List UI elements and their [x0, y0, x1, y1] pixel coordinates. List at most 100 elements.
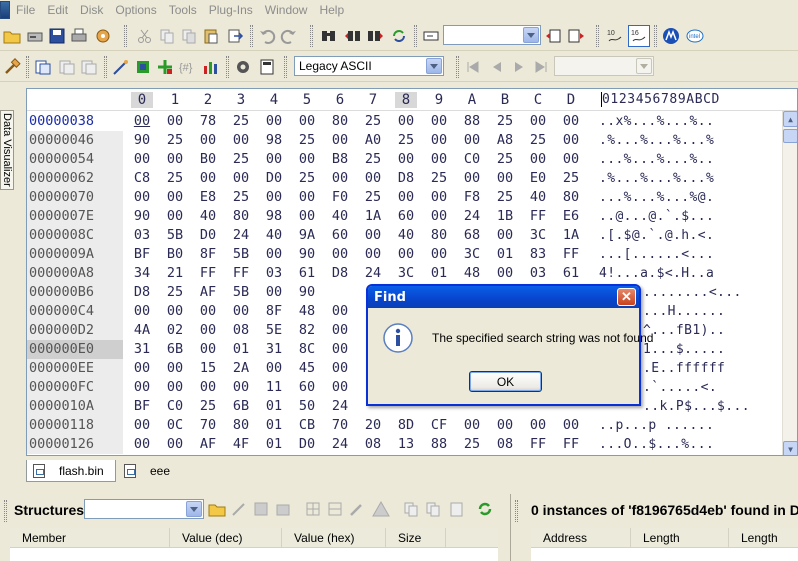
hex-byte[interactable]: 70 [197, 416, 219, 435]
hex-byte[interactable]: 5B [230, 245, 252, 264]
hex-byte[interactable]: A8 [494, 131, 516, 150]
folder-structure-icon[interactable] [272, 498, 294, 520]
hex-byte[interactable]: 01 [428, 264, 450, 283]
menu-plugins[interactable]: Plug-Ins [203, 0, 259, 20]
hex-byte[interactable]: E8 [197, 188, 219, 207]
hex-byte[interactable]: 25 [164, 169, 186, 188]
hex-byte[interactable]: 40 [329, 207, 351, 226]
hex-byte[interactable]: 00 [560, 416, 582, 435]
hex-byte[interactable]: D8 [395, 169, 417, 188]
hex-byte[interactable]: 25 [461, 435, 483, 454]
hex-row[interactable]: 00000126 00 00 AF 4F 01 D0 24 08 13 88 25 08 FF FF ...O… [27, 435, 787, 454]
hex-byte[interactable]: 00 [164, 435, 186, 454]
hex-byte[interactable]: 8F [263, 302, 285, 321]
hex-byte[interactable]: 08 [362, 435, 384, 454]
hex-byte[interactable]: 01 [263, 397, 285, 416]
hex-byte[interactable]: 00 [494, 226, 516, 245]
hex-byte[interactable]: 13 [395, 435, 417, 454]
hex-byte[interactable]: FF [197, 264, 219, 283]
hex-byte[interactable]: 25 [296, 131, 318, 150]
ascii-text[interactable]: ...O..$...%... [599, 435, 714, 454]
hex-byte[interactable]: E6 [560, 207, 582, 226]
nav-combo[interactable] [554, 56, 654, 76]
hex-byte[interactable]: D0 [296, 435, 318, 454]
hex-byte[interactable]: 20 [362, 416, 384, 435]
warning-icon[interactable] [370, 498, 392, 520]
close-icon[interactable]: ✕ [617, 288, 636, 306]
hex-byte[interactable]: 1A [560, 226, 582, 245]
hex-byte[interactable]: 24 [329, 435, 351, 454]
hex-byte[interactable]: 00 [164, 359, 186, 378]
hex-byte[interactable]: 25 [395, 131, 417, 150]
hex-byte[interactable]: 60 [329, 226, 351, 245]
open-structure-icon[interactable] [206, 498, 228, 520]
structures-combo[interactable] [84, 499, 204, 519]
hex-byte[interactable]: 1A [362, 207, 384, 226]
hex-byte[interactable]: FF [527, 207, 549, 226]
hex-byte[interactable]: 5B [164, 226, 186, 245]
hex-byte[interactable]: 00 [296, 207, 318, 226]
ascii-text[interactable]: .[.$@.`.@.h.<. [599, 226, 714, 245]
hex-byte[interactable]: BF [131, 245, 153, 264]
hex-byte[interactable]: 5E [263, 321, 285, 340]
hex-byte[interactable]: 00 [428, 207, 450, 226]
hex-byte[interactable]: 00 [395, 188, 417, 207]
menu-edit[interactable]: Edit [41, 0, 74, 20]
hex-byte[interactable]: B8 [329, 150, 351, 169]
hex-byte[interactable]: AF [197, 283, 219, 302]
hex-byte[interactable]: 24 [461, 207, 483, 226]
hex-byte[interactable]: E0 [527, 169, 549, 188]
hex-byte[interactable]: 60 [395, 207, 417, 226]
data-view-10-icon[interactable]: 10 [604, 25, 626, 47]
hex-byte[interactable]: FF [230, 264, 252, 283]
hex-byte[interactable]: 21 [164, 264, 186, 283]
hex-byte[interactable]: 88 [461, 112, 483, 131]
menu-window[interactable]: Window [259, 0, 314, 20]
hex-byte[interactable]: 11 [263, 378, 285, 397]
hex-byte[interactable]: 01 [263, 416, 285, 435]
hex-byte[interactable]: 82 [296, 321, 318, 340]
hex-byte[interactable]: 00 [296, 188, 318, 207]
hex-byte[interactable]: 40 [395, 226, 417, 245]
hex-byte[interactable]: 5B [230, 283, 252, 302]
properties-icon[interactable] [92, 25, 114, 47]
find-icon[interactable] [318, 25, 340, 47]
scroll-thumb[interactable] [783, 129, 797, 143]
hex-row[interactable]: 00000118 00 0C 70 80 01 CB 70 20 8D CF 00 00 00 00 ..p.… [27, 416, 787, 435]
dialog-titlebar[interactable]: Find [368, 286, 639, 308]
ascii-text[interactable]: ..x%...%...%.. [599, 112, 714, 131]
tile-window-icon[interactable] [56, 56, 78, 78]
analyze-icon[interactable] [110, 56, 132, 78]
hex-byte[interactable]: 4F [230, 435, 252, 454]
hex-byte[interactable]: 02 [164, 321, 186, 340]
hex-byte[interactable]: 80 [428, 226, 450, 245]
hex-byte[interactable]: C8 [131, 169, 153, 188]
hex-byte[interactable]: 00 [461, 416, 483, 435]
hex-byte[interactable]: AF [197, 435, 219, 454]
hex-byte[interactable]: 1B [494, 207, 516, 226]
hex-byte[interactable]: 00 [527, 112, 549, 131]
hex-byte[interactable]: 00 [131, 112, 153, 131]
hex-byte[interactable]: 25 [164, 283, 186, 302]
hex-byte[interactable]: 61 [560, 264, 582, 283]
paste-struct-icon[interactable] [446, 498, 468, 520]
column-value-dec[interactable]: Value (dec) [170, 528, 282, 548]
hex-byte[interactable]: 00 [230, 378, 252, 397]
ascii-text[interactable]: .%...%...%...% [599, 131, 714, 150]
hex-byte[interactable]: 00 [131, 359, 153, 378]
hex-byte[interactable]: 00 [164, 188, 186, 207]
hex-byte[interactable]: 25 [230, 150, 252, 169]
hex-byte[interactable]: 24 [362, 264, 384, 283]
hex-byte[interactable]: 00 [263, 112, 285, 131]
hex-byte[interactable]: FF [527, 435, 549, 454]
hex-row[interactable]: 00000062 C8 25 00 00 D0 25 00 00 D8 25 00 00 E0 25.%..… [27, 169, 787, 188]
hex-byte[interactable]: 00 [362, 245, 384, 264]
first-icon[interactable] [462, 56, 484, 78]
hex-byte[interactable]: 00 [362, 226, 384, 245]
hex-byte[interactable]: F8 [461, 188, 483, 207]
hex-byte[interactable]: 25 [527, 131, 549, 150]
ascii-text[interactable]: ...[......<... [599, 245, 714, 264]
settings-icon[interactable] [232, 56, 254, 78]
hex-byte[interactable]: 40 [197, 207, 219, 226]
hex-row[interactable]: 000000A8 34 21 FF FF 03 61 D8 24 3C 01 48 00 03 61 4!..… [27, 264, 787, 283]
